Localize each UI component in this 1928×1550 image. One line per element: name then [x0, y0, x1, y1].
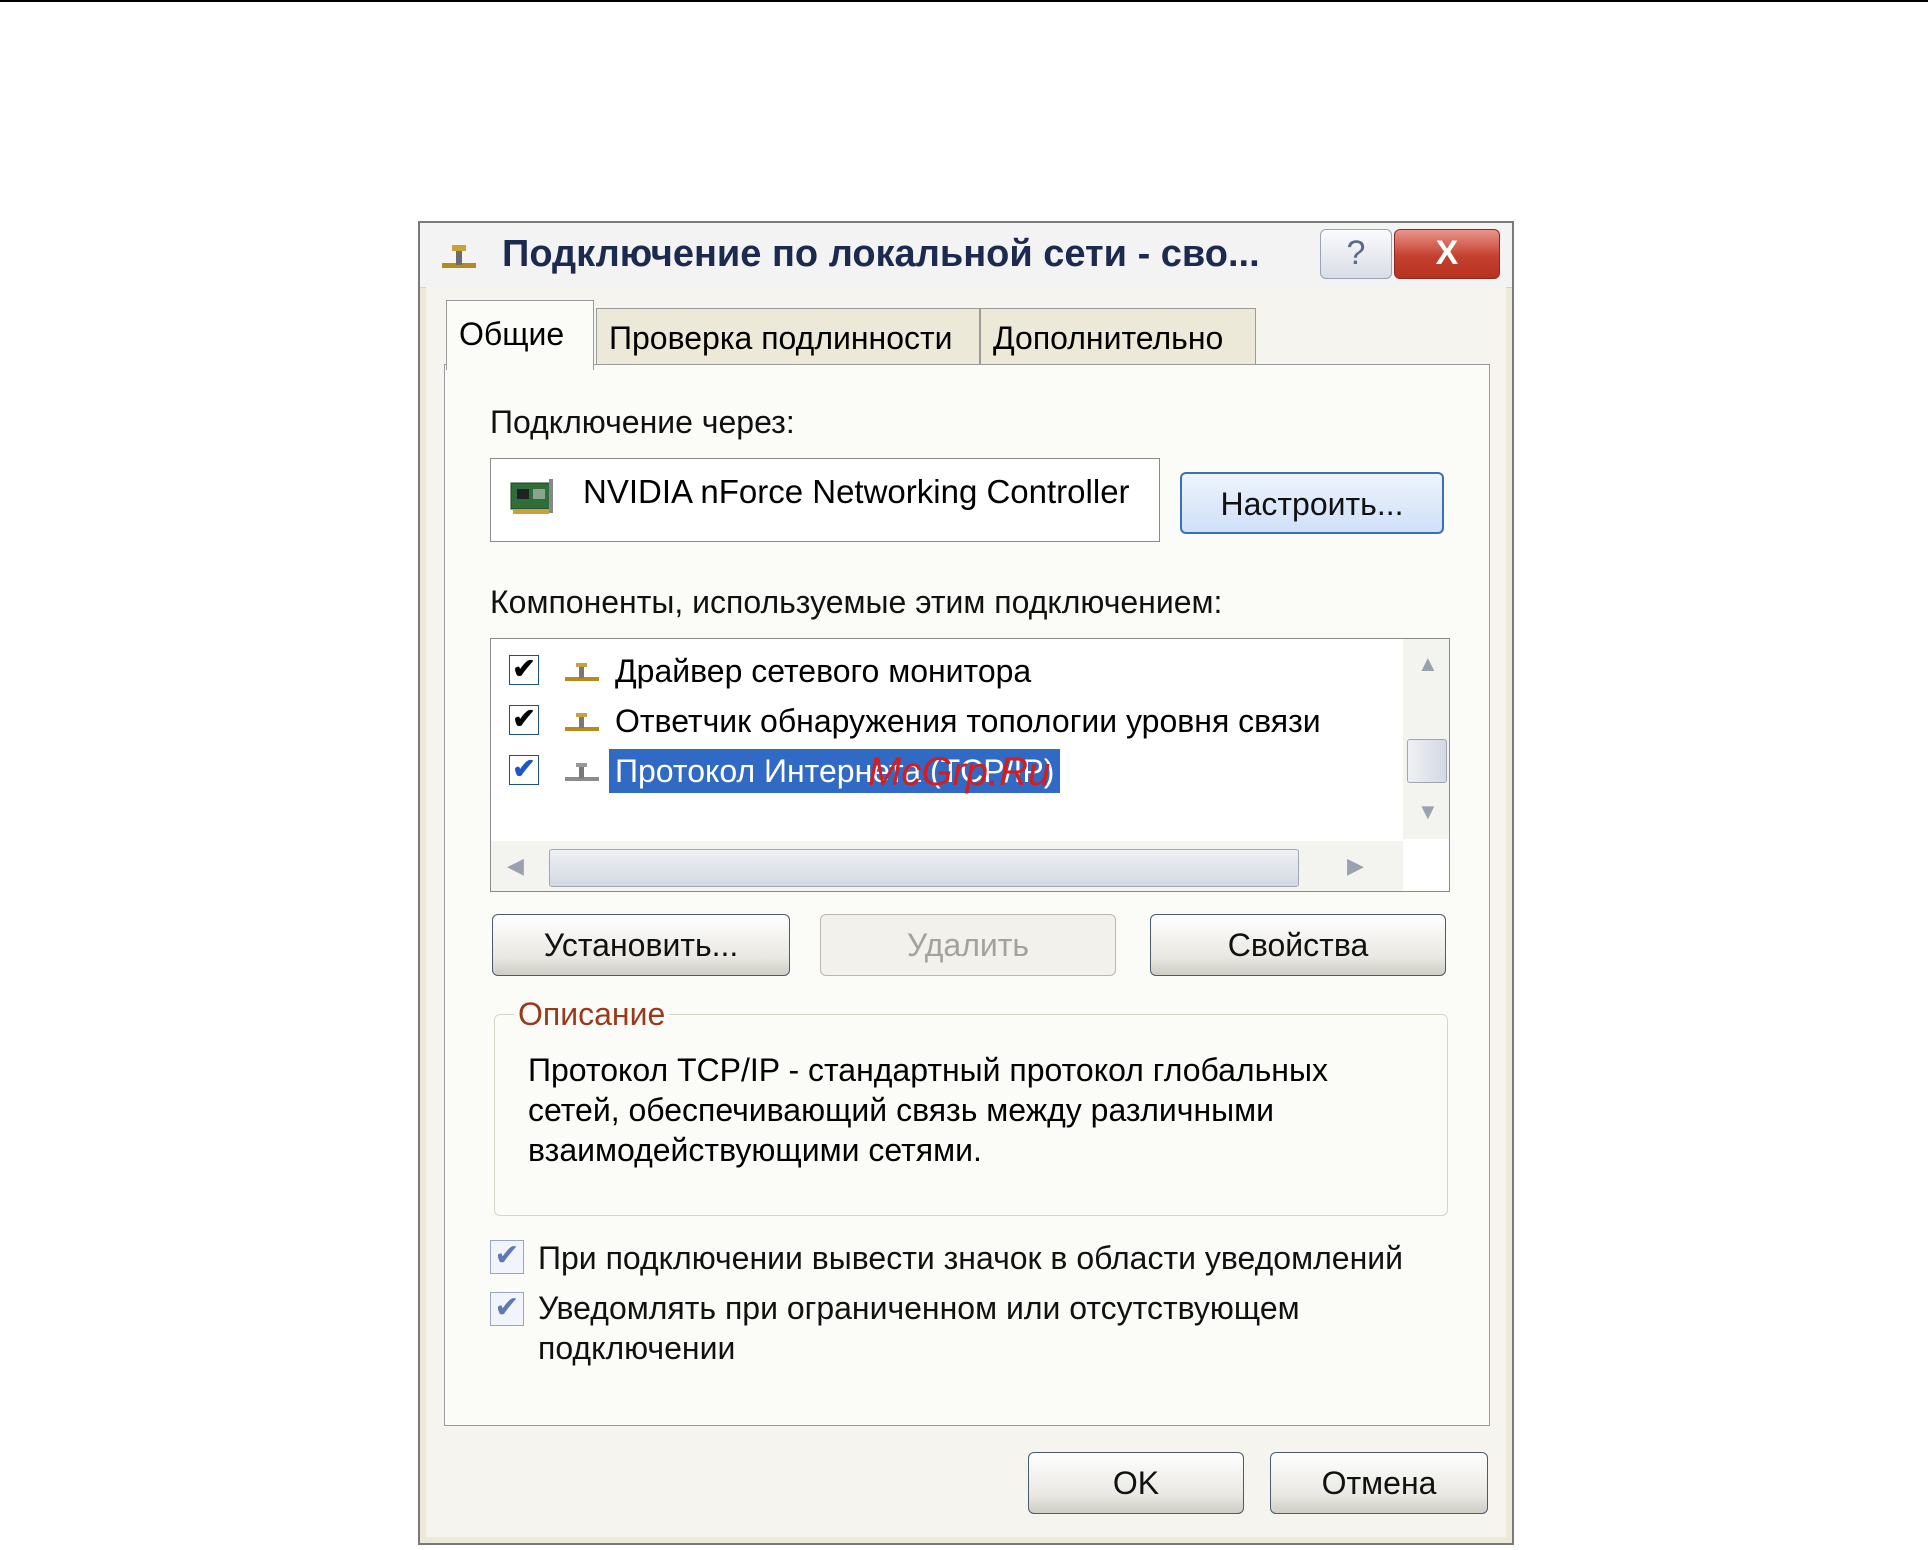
description-line: взаимодействующими сетями. — [528, 1132, 982, 1168]
description-line: сетей, обеспечивающий связь между различ… — [528, 1092, 1274, 1128]
vertical-scroll-thumb[interactable] — [1407, 739, 1447, 783]
components-label: Компоненты, используемые этим подключени… — [490, 584, 1223, 620]
horizontal-scroll-thumb[interactable] — [549, 849, 1299, 887]
show-icon-checkbox[interactable]: ✔ — [490, 1240, 524, 1274]
adapter-name: NVIDIA nForce Networking Controller — [583, 473, 1130, 510]
scroll-down-icon[interactable]: ▼ — [1417, 799, 1439, 825]
list-item[interactable]: ✔ Драйвер сетевого монитора — [509, 649, 1389, 693]
component-checkbox[interactable]: ✔ — [509, 655, 539, 685]
network-connection-icon — [442, 245, 476, 268]
show-icon-label: При подключении вывести значок в области… — [538, 1240, 1403, 1276]
notify-label-line2: подключении — [538, 1330, 736, 1366]
component-checkbox[interactable]: ✔ — [509, 755, 539, 785]
window-title: Подключение по локальной сети - сво... — [502, 233, 1260, 275]
protocol-icon — [565, 663, 599, 681]
install-button[interactable]: Установить... — [492, 914, 790, 976]
notify-label-line1: Уведомлять при ограниченном или отсутств… — [538, 1290, 1300, 1326]
scroll-up-icon[interactable]: ▲ — [1417, 651, 1439, 677]
protocol-icon — [565, 713, 599, 731]
tab-general[interactable]: Общие — [446, 300, 594, 370]
remove-button[interactable]: Удалить — [820, 914, 1116, 976]
tab-advanced[interactable]: Дополнительно — [980, 308, 1256, 366]
configure-button[interactable]: Настроить... — [1180, 472, 1444, 534]
horizontal-scrollbar[interactable]: ◀ ▶ — [491, 841, 1403, 891]
network-card-icon — [510, 479, 553, 514]
component-label: Ответчик обнаружения топологии уровня св… — [615, 703, 1321, 739]
title-bar[interactable]: Подключение по локальной сети - сво... ?… — [420, 223, 1512, 288]
notify-checkbox[interactable]: ✔ — [490, 1292, 524, 1326]
page-top-rule — [0, 0, 1928, 2]
component-label: Драйвер сетевого монитора — [615, 653, 1032, 689]
description-legend: Описание — [514, 996, 670, 1033]
description-text: Протокол TCP/IP - стандартный протокол г… — [528, 1050, 1388, 1170]
help-button[interactable]: ? — [1320, 229, 1392, 279]
tab-authentication[interactable]: Проверка подлинности — [596, 308, 980, 366]
scroll-right-icon[interactable]: ▶ — [1347, 853, 1364, 879]
close-button[interactable]: X — [1394, 229, 1500, 279]
scroll-left-icon[interactable]: ◀ — [507, 853, 524, 879]
cancel-button[interactable]: Отмена — [1270, 1452, 1488, 1514]
ok-button[interactable]: OK — [1028, 1452, 1244, 1514]
vertical-scrollbar[interactable]: ▲ ▼ — [1403, 639, 1449, 839]
description-line: Протокол TCP/IP - стандартный протокол г… — [528, 1052, 1328, 1088]
properties-button[interactable]: Свойства — [1150, 914, 1446, 976]
list-item[interactable]: ✔ Ответчик обнаружения топологии уровня … — [509, 699, 1389, 743]
protocol-icon — [565, 763, 599, 781]
component-checkbox[interactable]: ✔ — [509, 705, 539, 735]
connect-via-label: Подключение через: — [490, 404, 795, 440]
watermark: McGrp.Ru — [868, 750, 1051, 794]
adapter-field: NVIDIA nForce Networking Controller — [490, 458, 1160, 542]
